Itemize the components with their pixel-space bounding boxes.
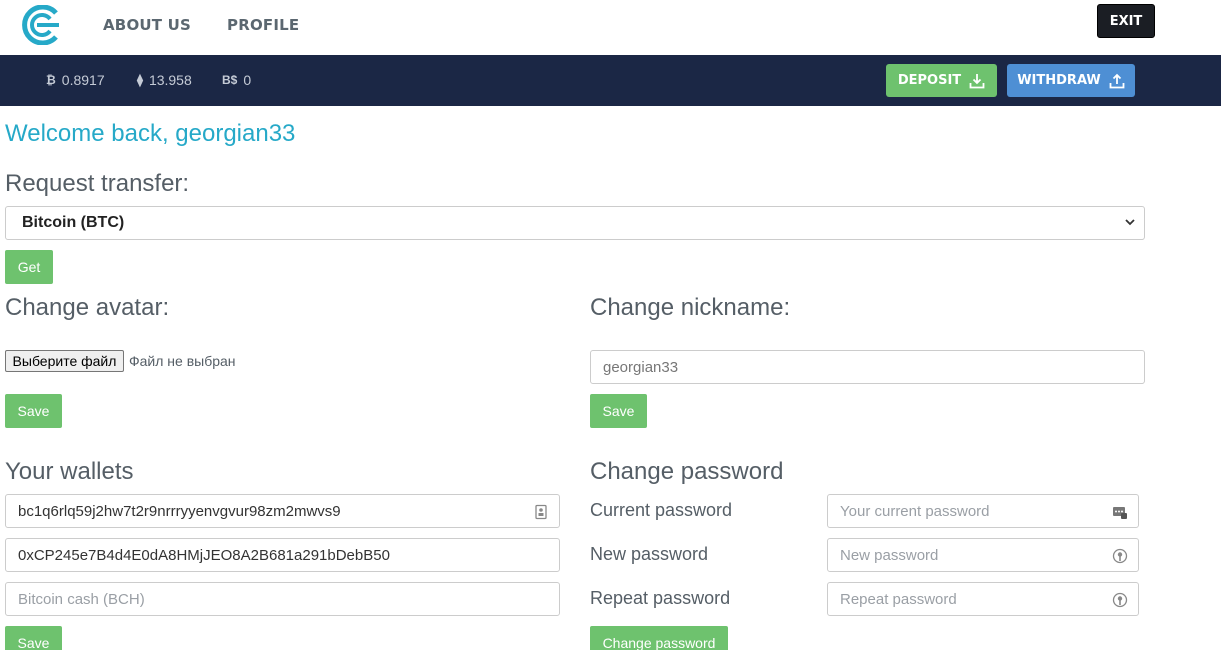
current-password-placeholder: Your current password (840, 502, 990, 520)
bch-wallet-input[interactable]: Bitcoin cash (BCH) (5, 582, 560, 616)
repeat-password-placeholder: Repeat password (840, 590, 957, 608)
balance-eth: ⧫ 13.958 (137, 72, 192, 88)
new-password-label: New password (590, 544, 709, 564)
file-status-text: Файл не выбран (129, 353, 236, 369)
choose-file-button[interactable]: Выберите файл (5, 350, 124, 372)
withdraw-label: WITHDRAW (1017, 73, 1101, 88)
balance-btc-value: 0.8917 (61, 72, 105, 88)
current-password-input[interactable]: Your current password (827, 494, 1139, 528)
bch-wallet-placeholder: Bitcoin cash (BCH) (18, 590, 145, 608)
get-button[interactable]: Get (5, 250, 53, 284)
eth-wallet-input[interactable]: 0xCP245e7B4d4E0dA8HMjJEO8A2B681a291bDebB… (5, 538, 560, 572)
btc-wallet-value: bc1q6rlq59j2hw7t2r9nrrryyenvgvur98zm2mwv… (18, 502, 341, 520)
deposit-button[interactable]: DEPOSIT (886, 64, 997, 97)
save-nickname-button[interactable]: Save (590, 394, 647, 428)
change-avatar-heading: Change avatar: (5, 294, 170, 321)
balance-bar: ₿ 0.8917 ⧫ 13.958 B$ 0 DEPOSIT WITHDRAW (0, 55, 1221, 106)
your-wallets-heading: Your wallets (5, 458, 134, 485)
upload-icon (1109, 73, 1125, 88)
request-transfer-heading: Request transfer: (5, 170, 190, 197)
nav-about-us[interactable]: ABOUT US (103, 16, 191, 34)
change-nickname-heading: Change nickname: (590, 294, 791, 321)
repeat-password-label: Repeat password (590, 588, 731, 608)
nickname-value: georgian33 (603, 358, 679, 376)
key-icon (1112, 548, 1128, 564)
logo-icon[interactable] (20, 5, 62, 45)
contact-card-icon (535, 504, 547, 520)
currency-select-value: Bitcoin (BTC) (22, 214, 125, 231)
password-manager-icon (1113, 507, 1127, 519)
withdraw-button[interactable]: WITHDRAW (1007, 64, 1135, 97)
save-avatar-button[interactable]: Save (5, 394, 62, 428)
balance-bch: B$ 0 (222, 72, 251, 88)
bitcoin-icon: ₿ (46, 73, 56, 87)
current-password-label: Current password (590, 500, 733, 520)
key-icon (1112, 592, 1128, 608)
new-password-placeholder: New password (840, 546, 939, 564)
save-wallets-button[interactable]: Save (5, 626, 62, 650)
top-navbar: ABOUT US PROFILE EXIT (0, 0, 1221, 55)
ethereum-icon: ⧫ (137, 73, 143, 87)
balance-eth-value: 13.958 (148, 72, 192, 88)
exit-button[interactable]: EXIT (1097, 4, 1155, 38)
download-icon (969, 73, 985, 88)
change-password-button[interactable]: Change password (590, 626, 728, 650)
nickname-input[interactable]: georgian33 (590, 350, 1145, 384)
change-password-heading: Change password (590, 458, 784, 485)
deposit-label: DEPOSIT (897, 73, 962, 88)
repeat-password-input[interactable]: Repeat password (827, 582, 1139, 616)
eth-wallet-value: 0xCP245e7B4d4E0dA8HMjJEO8A2B681a291bDebB… (18, 546, 390, 564)
chevron-down-icon (1125, 219, 1135, 226)
balance-bch-value: 0 (243, 72, 252, 88)
balance-btc: ₿ 0.8917 (46, 72, 105, 88)
new-password-input[interactable]: New password (827, 538, 1139, 572)
btc-wallet-input[interactable]: bc1q6rlq59j2hw7t2r9nrrryyenvgvur98zm2mwv… (5, 494, 560, 528)
nav-profile[interactable]: PROFILE (227, 16, 299, 34)
bitcoin-cash-icon: B$ (222, 73, 238, 87)
welcome-message: Welcome back, georgian33 (5, 120, 296, 147)
currency-select[interactable]: Bitcoin (BTC) (5, 206, 1145, 240)
